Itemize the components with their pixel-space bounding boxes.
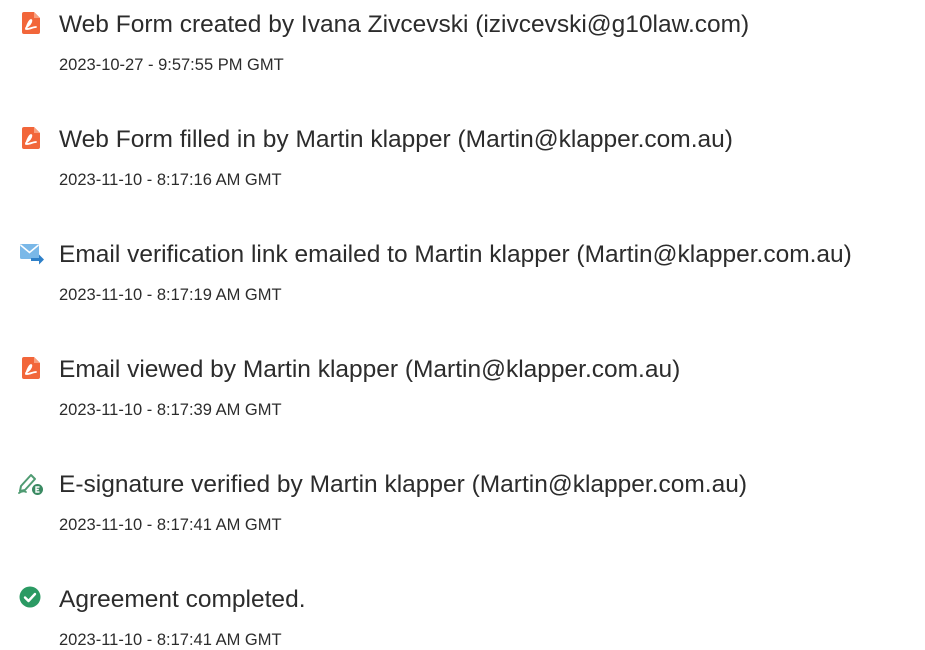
event-title: Email verification link emailed to Marti… [59, 241, 852, 268]
event-title: Agreement completed. [59, 586, 306, 613]
event-timestamp: 2023-11-10 - 8:17:19 AM GMT [59, 286, 282, 304]
esignature-icon [18, 470, 44, 496]
check-circle-icon [18, 585, 44, 611]
event-timestamp: 2023-11-10 - 8:17:39 AM GMT [59, 401, 282, 419]
event-timestamp: 2023-11-10 - 8:17:16 AM GMT [59, 171, 282, 189]
email-send-icon [18, 240, 44, 266]
event-timestamp: 2023-11-10 - 8:17:41 AM GMT [59, 516, 282, 534]
event-title: Email viewed by Martin klapper (Martin@k… [59, 356, 681, 383]
event-timestamp: 2023-10-27 - 9:57:55 PM GMT [59, 56, 284, 74]
event-title: Web Form filled in by Martin klapper (Ma… [59, 126, 733, 153]
pdf-document-icon [18, 10, 44, 36]
event-title: Web Form created by Ivana Zivcevski (izi… [59, 11, 750, 38]
pdf-document-icon [18, 355, 44, 381]
pdf-document-icon [18, 125, 44, 151]
event-timestamp: 2023-11-10 - 8:17:41 AM GMT [59, 631, 282, 649]
event-title: E-signature verified by Martin klapper (… [59, 471, 748, 498]
